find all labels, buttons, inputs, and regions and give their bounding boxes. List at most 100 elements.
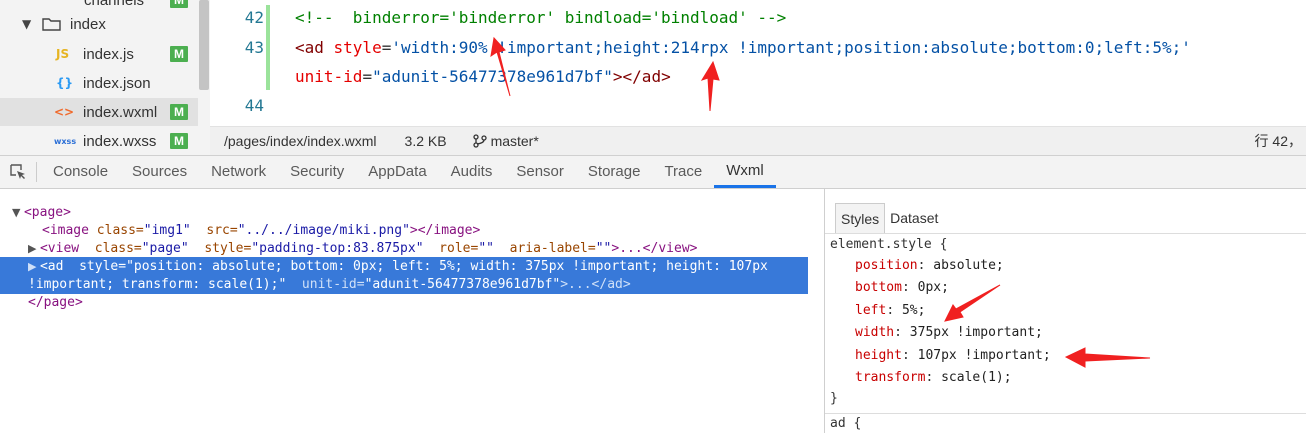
json-file-icon: {}: [56, 76, 74, 90]
node-tag: <view: [39, 241, 80, 256]
file-size: 3.2 KB: [404, 133, 447, 149]
node-tag: >...</ad>: [560, 277, 631, 292]
style-declaration[interactable]: width: 375px !important;: [855, 322, 1043, 344]
node-ad-selected[interactable]: ▶ <ad style="position: absolute; bottom:…: [0, 257, 808, 294]
style-property: bottom: [855, 280, 902, 295]
node-tag: ></image>: [409, 223, 481, 238]
node-image[interactable]: <image class="img1" src="../../image/mik…: [42, 222, 480, 240]
tab-wxml[interactable]: Wxml: [714, 156, 776, 188]
style-property: position: [855, 258, 918, 273]
code-line-43-wrap: unit-id="adunit-56477378e961d7bf"></ad>: [295, 67, 671, 86]
git-branch-icon: [472, 134, 487, 148]
style-declaration[interactable]: height: 107px !important;: [855, 345, 1051, 367]
wxss-file-icon: wxss: [54, 136, 77, 146]
node-attr: style=: [188, 241, 252, 256]
chevron-down-icon[interactable]: ▼: [22, 17, 42, 31]
divider: [825, 413, 1306, 414]
node-ad-line-1: ▶ <ad style="position: absolute; bottom:…: [28, 258, 768, 276]
style-value: 107px !important;: [917, 348, 1051, 363]
triangle-down-icon[interactable]: ▼: [12, 206, 24, 219]
tab-audits[interactable]: Audits: [439, 156, 505, 188]
tab-trace[interactable]: Trace: [652, 156, 714, 188]
tree-file-index-json[interactable]: {} index.json: [0, 69, 198, 97]
node-attr: class=: [88, 223, 144, 238]
rule-selector-ad[interactable]: ad {: [830, 413, 861, 433]
style-value: 375px !important;: [909, 325, 1043, 340]
node-value: "padding-top:83.875px": [251, 241, 424, 256]
node-attr: aria-label=: [493, 241, 596, 256]
code-token: "adunit-56477378e961d7bf": [372, 67, 613, 86]
branch-name: master*: [490, 133, 539, 149]
code-token: <ad: [295, 38, 334, 57]
inspect-element-button[interactable]: [0, 156, 36, 188]
style-value: 5%;: [901, 303, 926, 318]
tab-console[interactable]: Console: [41, 156, 120, 188]
node-value: "adunit-56477378e961d7bf": [364, 277, 561, 292]
modified-badge: M: [170, 104, 188, 120]
modified-badge: M: [170, 0, 188, 8]
style-value: absolute;: [933, 258, 1004, 273]
tab-storage[interactable]: Storage: [576, 156, 653, 188]
code-token: ></ad>: [612, 67, 671, 86]
code-editor[interactable]: 42 <!-- binderror='binderror' bindload='…: [210, 0, 1306, 126]
tab-dataset[interactable]: Dataset: [885, 203, 943, 233]
node-value: "position: absolute; bottom: 0px; left: …: [126, 259, 768, 274]
node-value: "img1": [143, 223, 191, 238]
node-tag: <page>: [23, 205, 71, 220]
node-ad-line-2: !important; transform: scale(1);" unit-i…: [28, 276, 631, 294]
js-file-icon: JS: [56, 47, 70, 61]
tab-network[interactable]: Network: [199, 156, 278, 188]
code-token: =: [362, 67, 373, 86]
tab-styles[interactable]: Styles: [835, 203, 886, 233]
style-declaration[interactable]: bottom: 0px;: [855, 277, 949, 299]
tab-appdata[interactable]: AppData: [356, 156, 438, 188]
node-page-close[interactable]: </page>: [28, 294, 83, 312]
cursor-position[interactable]: 行 42，: [1255, 131, 1302, 151]
tree-folder-index[interactable]: ▼ index: [0, 10, 198, 38]
node-attr: style=: [63, 259, 127, 274]
style-property: width: [855, 325, 895, 340]
node-value: "": [595, 241, 612, 256]
node-view[interactable]: ▶ <view class="page" style="padding-top:…: [28, 240, 697, 258]
wxml-file-icon: <>: [54, 105, 75, 119]
style-declaration[interactable]: transform: scale(1);: [855, 367, 1012, 389]
style-declaration[interactable]: position: absolute;: [855, 255, 1004, 277]
tree-file-label: index.wxss: [83, 132, 157, 150]
status-bar: /pages/index/index.wxml 3.2 KB master* 行…: [210, 126, 1306, 155]
rule-selector[interactable]: element.style {: [830, 234, 947, 256]
node-tag: </page>: [28, 295, 83, 310]
tab-sources[interactable]: Sources: [120, 156, 199, 188]
style-value: 0px;: [917, 280, 949, 295]
tab-security[interactable]: Security: [278, 156, 356, 188]
code-token: 'width:90% !important;height:214rpx !imp…: [391, 38, 1191, 57]
modified-badge: M: [170, 133, 188, 149]
node-value: "../../image/miki.png": [237, 223, 410, 238]
tree-file-index-wxss[interactable]: wxss index.wxss M: [0, 127, 198, 155]
node-page[interactable]: ▼ <page>: [12, 204, 71, 222]
node-tag: >...</view>: [611, 241, 698, 256]
node-attr: src=: [190, 223, 238, 238]
style-declaration[interactable]: left: 5%;: [855, 300, 925, 322]
tree-file-label: index.js: [83, 45, 134, 63]
line-number: 43: [244, 38, 264, 57]
inspect-cursor-icon: [10, 164, 25, 179]
modified-badge: M: [170, 46, 188, 62]
tree-item-label: channels: [84, 0, 145, 9]
file-path[interactable]: /pages/index/index.wxml: [224, 133, 377, 149]
triangle-right-icon[interactable]: ▶: [28, 242, 40, 255]
git-branch[interactable]: master*: [472, 133, 539, 149]
code-token: style: [333, 38, 382, 57]
tree-scrollbar[interactable]: [199, 0, 209, 90]
tree-file-index-wxml[interactable]: <> index.wxml M: [0, 98, 198, 126]
tree-file-label: index.json: [83, 74, 151, 92]
folder-open-icon: [42, 18, 61, 31]
tree-file-index-js[interactable]: JS index.js M: [0, 40, 198, 68]
node-attr: unit-id=: [286, 277, 365, 292]
code-line-43: <ad style='width:90% !important;height:2…: [295, 38, 1191, 57]
node-value: "": [478, 241, 494, 256]
tab-sensor[interactable]: Sensor: [504, 156, 576, 188]
node-attr: class=: [79, 241, 142, 256]
triangle-right-icon[interactable]: ▶: [28, 260, 40, 273]
tree-file-label: index.wxml: [83, 103, 158, 121]
style-value: scale(1);: [941, 370, 1012, 385]
